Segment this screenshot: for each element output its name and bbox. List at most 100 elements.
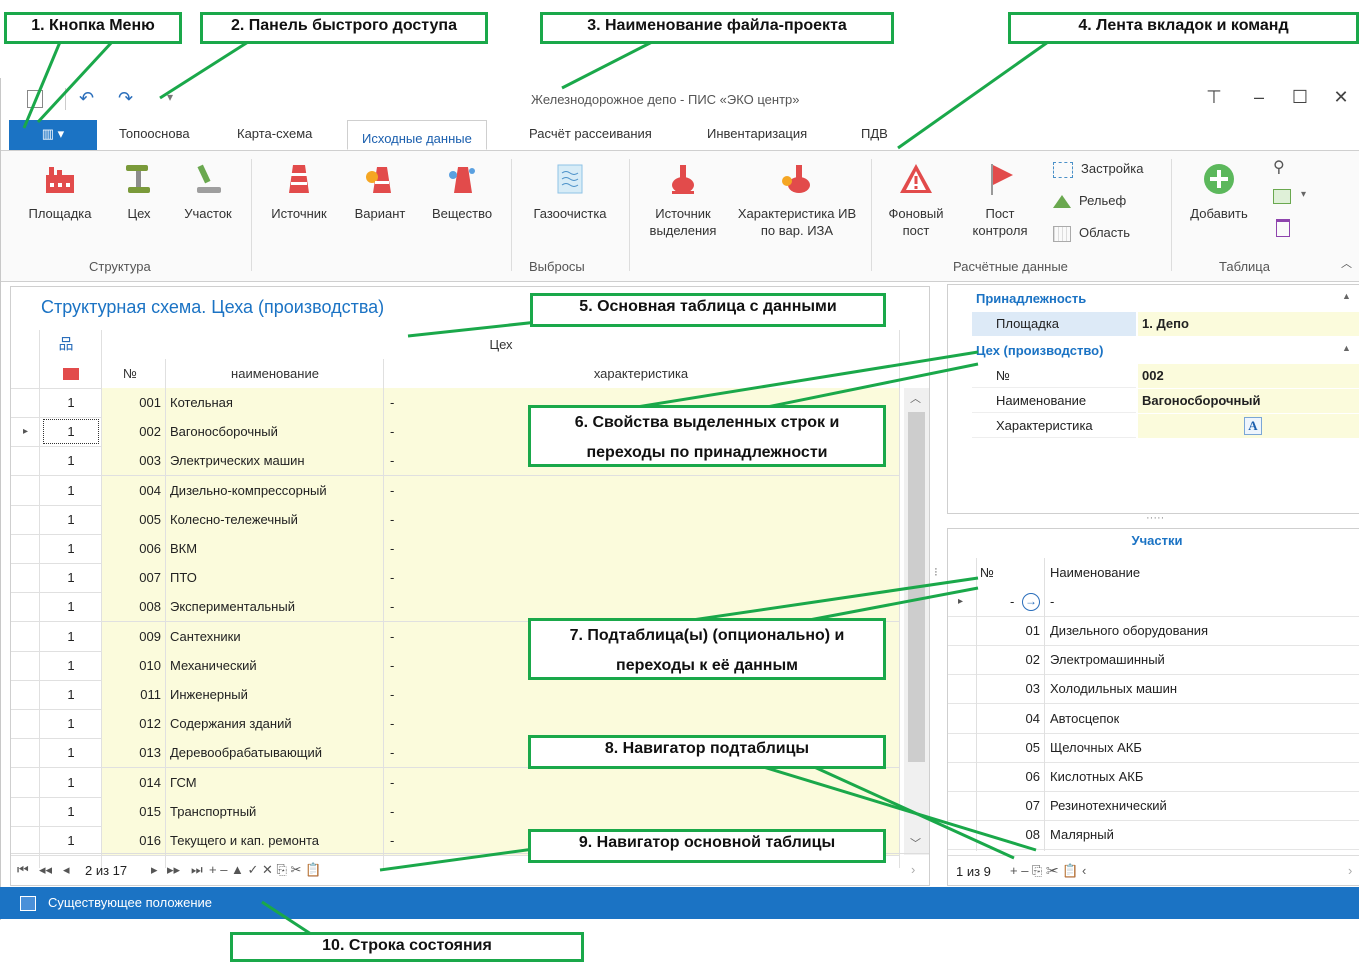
collapse-ribbon-icon[interactable]: ︿ <box>1341 255 1352 271</box>
prop-row-no[interactable]: № 002 <box>948 364 1359 389</box>
hscroll-right-icon[interactable]: › <box>911 862 915 877</box>
cell-parent[interactable]: 1 <box>41 738 101 767</box>
subnav-scroll-right-icon[interactable]: › <box>1348 863 1352 878</box>
table-row[interactable]: 1 006 ВКМ - <box>11 534 899 564</box>
cell-name[interactable]: Транспортный <box>166 796 383 826</box>
substance-button[interactable]: Вещество <box>425 161 499 222</box>
subtable-row[interactable]: 08 Малярный <box>948 820 1359 851</box>
background-post-button[interactable]: Фоновый пост <box>881 161 951 239</box>
subtable-cell-no[interactable]: 02 <box>978 645 1040 674</box>
scroll-up-icon[interactable]: ︿ <box>910 390 921 406</box>
subtable-cell-name[interactable]: Малярный <box>1050 820 1114 849</box>
scrollbar-thumb[interactable] <box>908 412 925 762</box>
goto-icon[interactable]: → <box>1022 593 1040 611</box>
cell-no[interactable]: 004 <box>102 475 165 505</box>
cell-parent[interactable]: 1 <box>41 563 101 592</box>
factory-column-icon[interactable] <box>51 359 91 388</box>
cell-parent[interactable]: 1 <box>41 651 101 680</box>
prop-section-workshop[interactable]: Цех (производство) ▲ <box>948 339 1359 364</box>
cell-characteristic[interactable]: - <box>384 475 899 505</box>
collapse-icon[interactable]: ▲ <box>1342 343 1351 353</box>
subtable-cell-name[interactable]: Щелочных АКБ <box>1050 733 1142 762</box>
cell-name[interactable]: Вагоносборочный <box>166 417 383 447</box>
cell-characteristic[interactable]: - <box>384 563 899 593</box>
subtable-cell-name[interactable]: Электромашинный <box>1050 645 1165 674</box>
cell-no[interactable]: 013 <box>102 738 165 768</box>
nav-next-icon[interactable]: ▸ <box>151 862 158 878</box>
table-row[interactable]: 1 014 ГСМ - <box>11 767 899 798</box>
section-button[interactable]: Участок <box>176 161 240 222</box>
subtable-col-no[interactable]: № <box>980 558 994 587</box>
delete-icon[interactable] <box>1276 219 1290 237</box>
subtable-row[interactable]: 01 Дизельного оборудования <box>948 616 1359 646</box>
cell-no[interactable]: 002 <box>102 417 165 447</box>
cell-name[interactable]: Колесно-тележечный <box>166 504 383 534</box>
cell-no[interactable]: 009 <box>102 621 165 651</box>
cell-no[interactable]: 008 <box>102 592 165 622</box>
cell-parent[interactable]: 1 <box>41 709 101 738</box>
cell-characteristic[interactable]: - <box>384 767 899 797</box>
subtable-cell-name[interactable]: Автосцепок <box>1050 704 1119 733</box>
cell-no[interactable]: 007 <box>102 563 165 593</box>
cell-parent[interactable]: 1 <box>41 388 101 417</box>
cell-name[interactable]: Дизельно-компрессорный <box>166 475 383 505</box>
table-row[interactable]: 1 005 Колесно-тележечный - <box>11 504 899 535</box>
cell-name[interactable]: Сантехники <box>166 621 383 651</box>
prop-row-characteristic[interactable]: Характеристика A <box>948 414 1359 439</box>
subtable-cell-no[interactable]: 08 <box>978 820 1040 849</box>
table-layout-dropdown-icon[interactable]: ▾ <box>1301 189 1306 200</box>
column-header-characteristic[interactable]: характеристика <box>383 359 899 388</box>
cell-parent[interactable]: 1 <box>41 505 101 534</box>
gas-cleaning-button[interactable]: Газоочистка <box>523 161 617 222</box>
cell-parent[interactable]: 1 <box>41 534 101 563</box>
cell-no[interactable]: 015 <box>102 796 165 826</box>
nav-first-icon[interactable]: ⏮ <box>17 862 29 878</box>
cell-characteristic[interactable]: - <box>384 534 899 563</box>
workshop-button[interactable]: Цех <box>119 161 159 222</box>
cell-characteristic[interactable]: - <box>384 709 899 739</box>
area-button[interactable]: Область <box>1053 225 1130 242</box>
nav-prev-icon[interactable]: ◂ <box>63 862 70 878</box>
nav-last-icon[interactable]: ⏭ <box>191 862 203 878</box>
table-row[interactable]: 1 015 Транспортный - <box>11 796 899 827</box>
table-row[interactable]: 1 007 ПТО - <box>11 563 899 594</box>
subtable-row[interactable]: 04 Автосцепок <box>948 704 1359 734</box>
subtable-row[interactable]: 03 Холодильных машин <box>948 674 1359 705</box>
subtable-cell-no[interactable]: 04 <box>978 704 1040 733</box>
cell-no[interactable]: 010 <box>102 650 165 680</box>
tab-source-data[interactable]: Исходные данные <box>347 120 487 150</box>
maximize-icon[interactable]: ☐ <box>1285 87 1315 108</box>
cell-parent[interactable]: 1 <box>41 446 101 475</box>
cell-parent[interactable]: 1 <box>41 797 101 826</box>
cell-no[interactable]: 001 <box>102 388 165 417</box>
tab-pdv[interactable]: ПДВ <box>861 126 888 141</box>
cell-parent[interactable]: 1 <box>41 417 101 446</box>
tab-topo[interactable]: Топооснова <box>119 126 190 141</box>
cell-no[interactable]: 012 <box>102 709 165 739</box>
cell-name[interactable]: ГСМ <box>166 767 383 797</box>
prop-section-ownership[interactable]: Принадлежность ▲ <box>948 287 1359 312</box>
add-button[interactable]: Добавить <box>1181 161 1257 222</box>
cell-parent[interactable]: 1 <box>41 622 101 651</box>
cell-no[interactable]: 014 <box>102 767 165 797</box>
cell-no[interactable]: 006 <box>102 534 165 563</box>
source-characteristic-button[interactable]: Характеристика ИВ по вар. ИЗА <box>735 161 859 239</box>
minimize-icon[interactable]: – <box>1244 87 1274 108</box>
control-post-button[interactable]: Пост контроля <box>964 161 1036 239</box>
variant-button[interactable]: Вариант <box>348 161 412 222</box>
prop-value[interactable]: A <box>1138 414 1359 438</box>
find-icon[interactable]: ⚲ <box>1273 157 1285 177</box>
prop-value[interactable]: Вагоносборочный <box>1138 389 1359 413</box>
cell-name[interactable]: Содержания зданий <box>166 709 383 739</box>
subtable-cell-name[interactable]: Кислотных АКБ <box>1050 762 1143 791</box>
cell-no[interactable]: 003 <box>102 446 165 476</box>
column-header-no[interactable]: № <box>123 359 153 388</box>
subnav-tools[interactable]: + – ⎘ ✂ 📋 ‹ <box>1010 863 1086 879</box>
subtable-col-name[interactable]: Наименование <box>1050 558 1140 587</box>
cell-name[interactable]: Механический <box>166 650 383 680</box>
relief-button[interactable]: Рельеф <box>1053 193 1126 209</box>
qat-customize-icon[interactable]: ▾ <box>167 90 173 104</box>
cell-no[interactable]: 016 <box>102 826 165 855</box>
subtable-row[interactable]: 07 Резинотехнический <box>948 791 1359 822</box>
cell-name[interactable]: Текущего и кап. ремонта <box>166 826 383 855</box>
